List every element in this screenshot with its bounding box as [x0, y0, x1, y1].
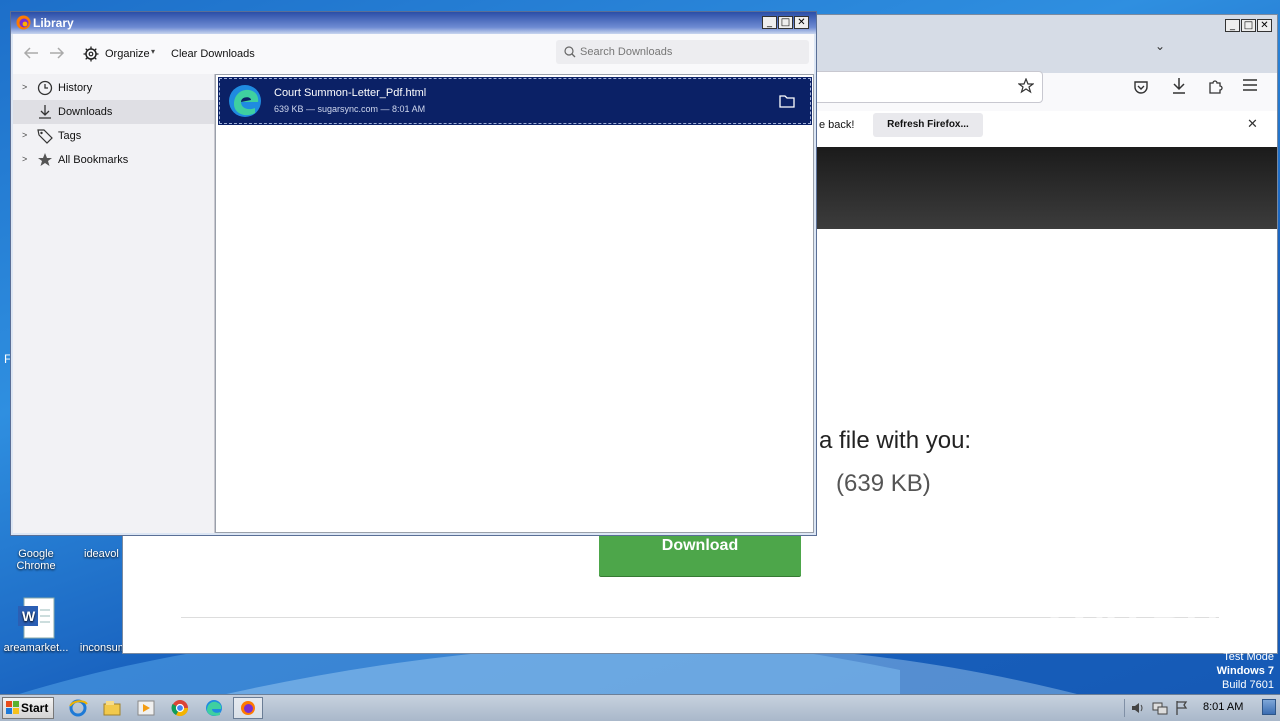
desktop-icon-label: areamarket...	[3, 642, 69, 654]
windows-build-info: Test Mode Windows 7 Build 7601	[1217, 650, 1274, 692]
star-icon	[38, 153, 52, 166]
sidebar-item-label: Downloads	[58, 106, 113, 118]
build-number-text: Build 7601	[1222, 679, 1274, 691]
minimize-button[interactable]: _	[1225, 19, 1240, 32]
library-window[interactable]: Library _ □ ✕ Organize ▾ Clear Downloads…	[10, 11, 817, 536]
download-button[interactable]: Download	[599, 532, 801, 576]
sidebar-item-label: All Bookmarks	[58, 154, 129, 166]
windows-version-text: Windows 7	[1216, 665, 1274, 677]
test-mode-text: Test Mode	[1223, 651, 1274, 663]
download-item[interactable]: Court Summon-Letter_Pdf.html 639 KB — su…	[218, 77, 812, 125]
chrome-icon[interactable]	[170, 698, 192, 718]
start-label: Start	[21, 701, 49, 715]
desktop-icon-areamarket[interactable]: W areamarket...	[0, 596, 72, 654]
tag-icon	[37, 129, 53, 144]
downloads-icon[interactable]	[1171, 77, 1187, 95]
desktop-icon-label: Google Chrome	[16, 548, 56, 572]
ie-icon[interactable]	[68, 698, 90, 718]
volume-icon[interactable]	[1130, 700, 1146, 716]
clock-icon	[37, 80, 53, 96]
maximize-button[interactable]: □	[1241, 19, 1256, 32]
gear-icon	[83, 46, 99, 62]
system-tray: 8:01 AM	[1120, 695, 1280, 721]
sidebar-item-downloads[interactable]: Downloads	[13, 100, 214, 124]
tray-divider	[1124, 699, 1125, 717]
library-window-controls: _ □ ✕	[762, 16, 809, 29]
twisty-icon[interactable]: >	[22, 154, 27, 164]
download-file-name: Court Summon-Letter_Pdf.html	[274, 87, 427, 99]
clear-downloads-button[interactable]: Clear Downloads	[171, 48, 255, 60]
taskbar: Start 8:01 AM	[0, 694, 1280, 721]
organize-label: Organize	[105, 48, 150, 60]
firefox-taskbar-button[interactable]	[233, 697, 263, 719]
windows-logo-icon	[6, 701, 19, 714]
notification-text: e back!	[819, 119, 855, 131]
minimize-button[interactable]: _	[762, 16, 777, 29]
close-notification-icon[interactable]: ✕	[1247, 117, 1258, 132]
search-placeholder: Search Downloads	[580, 46, 673, 58]
download-arrow-icon	[39, 105, 51, 119]
close-button[interactable]: ✕	[1257, 19, 1272, 32]
refresh-firefox-button[interactable]: Refresh Firefox...	[873, 113, 983, 137]
media-player-icon[interactable]	[136, 698, 158, 718]
svg-text:W: W	[22, 608, 36, 624]
library-titlebar: Library _ □ ✕	[11, 12, 816, 34]
bookmark-star-icon[interactable]	[1017, 77, 1035, 94]
share-text: e a file with you:	[799, 427, 972, 454]
clock[interactable]: 8:01 AM	[1203, 701, 1243, 713]
twisty-icon[interactable]: >	[22, 130, 27, 140]
network-icon[interactable]	[1152, 700, 1168, 716]
file-size-text: (639 KB)	[836, 470, 931, 497]
firefox-window-controls: _ □ ✕	[1225, 19, 1272, 32]
sidebar-item-tags[interactable]: > Tags	[13, 124, 214, 148]
close-button[interactable]: ✕	[794, 16, 809, 29]
edge-icon[interactable]	[204, 698, 226, 718]
sidebar-item-label: History	[58, 82, 93, 94]
library-sidebar: > History Downloads > Tags > All Bookmar…	[13, 74, 215, 533]
extensions-icon[interactable]	[1207, 78, 1223, 94]
menu-hamburger-icon[interactable]	[1243, 79, 1257, 91]
word-document-icon: W	[14, 596, 58, 640]
forward-arrow-icon[interactable]	[49, 46, 65, 60]
file-explorer-icon[interactable]	[102, 698, 124, 718]
action-center-flag-icon[interactable]	[1174, 700, 1190, 716]
url-bar[interactable]	[813, 71, 1043, 103]
show-desktop-button[interactable]	[1262, 699, 1276, 715]
library-title: Library	[33, 16, 74, 30]
sidebar-item-label: Tags	[58, 130, 82, 142]
folder-icon[interactable]	[779, 94, 795, 108]
firefox-icon	[241, 701, 255, 715]
search-downloads-field[interactable]: Search Downloads	[556, 40, 809, 64]
library-toolbar: Organize ▾ Clear Downloads Search Downlo…	[13, 34, 814, 75]
maximize-button[interactable]: □	[778, 16, 793, 29]
sidebar-item-all-bookmarks[interactable]: > All Bookmarks	[13, 148, 214, 172]
twisty-icon[interactable]: >	[22, 82, 27, 92]
downloads-list: Court Summon-Letter_Pdf.html 639 KB — su…	[215, 74, 814, 533]
firefox-logo-icon	[16, 15, 31, 30]
sidebar-item-history[interactable]: > History	[13, 76, 214, 100]
edge-file-icon	[229, 85, 261, 117]
start-button[interactable]: Start	[2, 697, 54, 719]
back-arrow-icon[interactable]	[23, 46, 39, 60]
search-icon	[564, 46, 576, 58]
pocket-icon[interactable]	[1133, 79, 1149, 95]
tab-list-chevron-icon[interactable]: ⌄	[1155, 39, 1165, 53]
download-meta: 639 KB — sugarsync.com — 8:01 AM	[274, 104, 426, 114]
dropdown-caret-icon: ▾	[151, 47, 156, 56]
